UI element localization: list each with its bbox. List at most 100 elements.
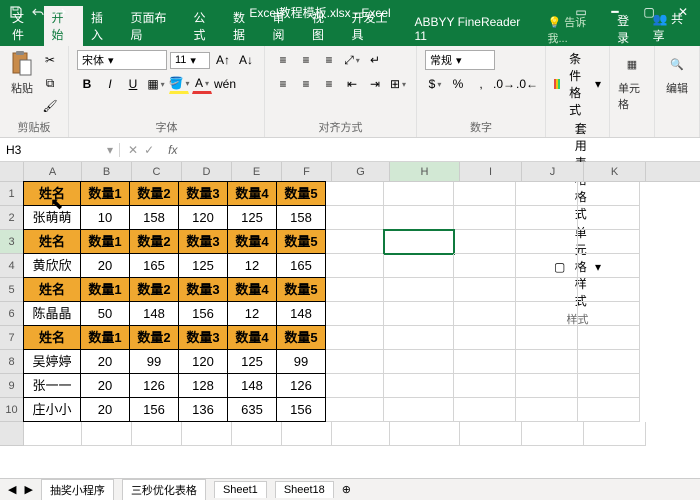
column-header[interactable]: F <box>282 162 332 181</box>
cell[interactable] <box>384 182 454 206</box>
cancel-formula-icon[interactable]: ✕ <box>128 143 138 157</box>
cell[interactable]: 数量1 <box>80 229 130 254</box>
cell[interactable]: 148 <box>276 301 326 326</box>
cell[interactable] <box>584 422 646 446</box>
underline-button[interactable]: U <box>123 74 143 94</box>
tab-dev[interactable]: 开发工具 <box>343 6 406 46</box>
cell[interactable] <box>460 422 522 446</box>
column-header[interactable]: D <box>182 162 232 181</box>
sheet-tab[interactable]: 三秒优化表格 <box>122 479 206 500</box>
cell[interactable] <box>326 302 384 326</box>
cell[interactable]: 姓名 <box>23 277 81 302</box>
cell[interactable]: 20 <box>80 349 130 374</box>
cell[interactable]: 数量3 <box>178 325 228 350</box>
row-header[interactable]: 2 <box>0 206 24 230</box>
cell[interactable] <box>326 350 384 374</box>
cut-icon[interactable]: ✂ <box>40 50 60 70</box>
cell[interactable] <box>384 206 454 230</box>
cell[interactable]: 数量4 <box>227 181 277 206</box>
cell[interactable]: 50 <box>80 301 130 326</box>
cell[interactable] <box>384 278 454 302</box>
cell[interactable] <box>578 206 640 230</box>
column-header[interactable]: E <box>232 162 282 181</box>
cell[interactable]: 数量1 <box>80 181 130 206</box>
save-icon[interactable] <box>8 4 24 20</box>
cell[interactable] <box>454 350 516 374</box>
sheet-nav-prev-icon[interactable]: ◀ <box>8 483 16 496</box>
cell[interactable] <box>384 302 454 326</box>
cell[interactable]: 12 <box>227 301 277 326</box>
column-header[interactable]: A <box>24 162 82 181</box>
column-header[interactable]: G <box>332 162 390 181</box>
cell[interactable] <box>578 182 640 206</box>
cell[interactable] <box>24 422 82 446</box>
cells-button[interactable]: ▦单元格 <box>618 50 646 112</box>
row-header[interactable]: 7 <box>0 326 24 350</box>
login-link[interactable]: 登录 <box>611 12 647 46</box>
cell[interactable]: 数量4 <box>227 277 277 302</box>
tab-insert[interactable]: 插入 <box>83 6 123 46</box>
cell[interactable] <box>326 398 384 422</box>
paste-button[interactable]: 粘贴 <box>8 50 36 96</box>
fx-icon[interactable]: fx <box>162 143 183 157</box>
cell[interactable] <box>232 422 282 446</box>
cell[interactable] <box>578 278 640 302</box>
copy-icon[interactable]: ⧉ <box>40 73 60 93</box>
cell[interactable]: 庄小小 <box>23 397 81 422</box>
cell[interactable] <box>578 350 640 374</box>
cell[interactable]: 125 <box>178 253 228 278</box>
cell[interactable]: 99 <box>129 349 179 374</box>
row-header[interactable]: 10 <box>0 398 24 422</box>
cell[interactable] <box>454 254 516 278</box>
cell[interactable]: 数量1 <box>80 277 130 302</box>
bold-button[interactable]: B <box>77 74 97 94</box>
cell[interactable] <box>454 302 516 326</box>
cell[interactable]: 数量5 <box>276 277 326 302</box>
column-header[interactable]: J <box>522 162 584 181</box>
cell[interactable] <box>132 422 182 446</box>
cell[interactable] <box>578 302 640 326</box>
cell[interactable]: 156 <box>178 301 228 326</box>
tell-me[interactable]: 💡 告诉我... <box>541 14 611 46</box>
orientation-icon[interactable]: ⤢ <box>342 50 362 70</box>
row-header[interactable] <box>0 422 24 446</box>
tab-review[interactable]: 审阅 <box>264 6 304 46</box>
merge-button[interactable]: ⊞ <box>388 74 408 94</box>
increase-indent-icon[interactable]: ⇥ <box>365 74 385 94</box>
cell[interactable]: 姓名 <box>23 325 81 350</box>
font-color-button[interactable]: A <box>192 74 212 94</box>
column-header[interactable]: C <box>132 162 182 181</box>
cell[interactable] <box>516 206 578 230</box>
increase-decimal-icon[interactable]: .0→ <box>494 74 514 94</box>
cell[interactable] <box>384 230 454 254</box>
tab-view[interactable]: 视图 <box>304 6 344 46</box>
decrease-decimal-icon[interactable]: .0← <box>517 74 537 94</box>
italic-button[interactable]: I <box>100 74 120 94</box>
cell[interactable]: 136 <box>178 397 228 422</box>
align-top-icon[interactable]: ≡ <box>273 50 293 70</box>
cell[interactable] <box>516 398 578 422</box>
cell[interactable]: 635 <box>227 397 277 422</box>
cell[interactable]: 165 <box>276 253 326 278</box>
row-header[interactable]: 3 <box>0 230 24 254</box>
cell[interactable] <box>326 374 384 398</box>
new-sheet-icon[interactable]: ⊕ <box>342 483 351 496</box>
cell[interactable] <box>516 254 578 278</box>
cell[interactable] <box>578 230 640 254</box>
cell[interactable] <box>326 230 384 254</box>
column-header[interactable]: I <box>460 162 522 181</box>
select-all-corner[interactable] <box>0 162 24 181</box>
cell[interactable]: 158 <box>129 205 179 230</box>
cell[interactable]: 数量2 <box>129 277 179 302</box>
cell[interactable] <box>516 230 578 254</box>
percent-format-icon[interactable]: % <box>448 74 468 94</box>
cell[interactable]: 陈晶晶 <box>23 301 81 326</box>
cell[interactable]: 12 <box>227 253 277 278</box>
cell[interactable] <box>182 422 232 446</box>
align-middle-icon[interactable]: ≡ <box>296 50 316 70</box>
cell[interactable]: 黄欣欣 <box>23 253 81 278</box>
sheet-tab[interactable]: Sheet18 <box>275 481 334 498</box>
cell[interactable]: 数量5 <box>276 325 326 350</box>
font-name-combo[interactable]: 宋体▾ <box>77 50 167 70</box>
cell[interactable] <box>384 326 454 350</box>
